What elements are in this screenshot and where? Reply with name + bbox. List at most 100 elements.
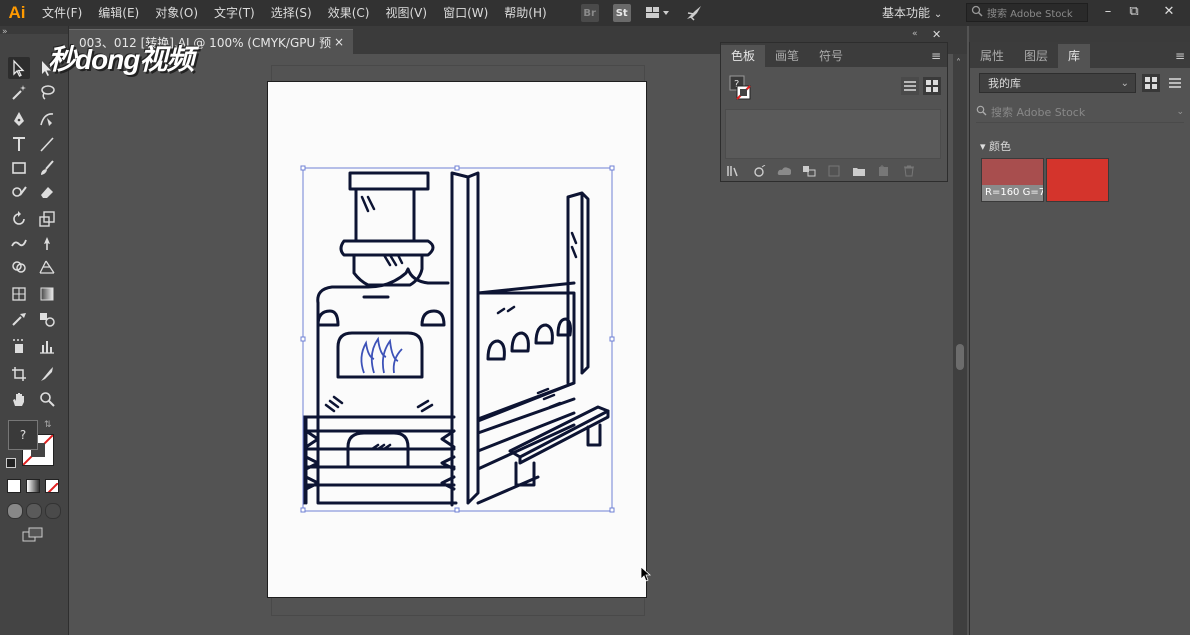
rotate-tool-icon[interactable] xyxy=(8,208,30,230)
slice-tool-icon[interactable] xyxy=(36,363,58,385)
show-swatch-kinds-icon[interactable] xyxy=(802,165,816,177)
menu-file[interactable]: 文件(F) xyxy=(34,0,90,26)
pen-tool-icon[interactable] xyxy=(8,108,30,130)
swatches-list[interactable] xyxy=(725,109,941,159)
menu-edit[interactable]: 编辑(E) xyxy=(90,0,147,26)
stock-search-placeholder: 搜索 Adobe Stock xyxy=(987,9,1073,20)
menu-effect[interactable]: 效果(C) xyxy=(320,0,378,26)
scale-tool-icon[interactable] xyxy=(36,208,58,230)
draw-behind-icon[interactable] xyxy=(26,503,42,519)
colors-section-header[interactable]: ▾ 颜色 xyxy=(980,138,1011,154)
tab-symbols[interactable]: 符号 xyxy=(809,45,853,67)
swatch-options-icon[interactable] xyxy=(827,165,841,177)
draw-normal-icon[interactable] xyxy=(7,503,23,519)
vertical-scrollbar[interactable] xyxy=(953,54,967,635)
workspace-switcher[interactable]: 基本功能 ⌄ xyxy=(882,0,942,26)
library-select[interactable]: 我的库 ⌄ xyxy=(979,73,1136,93)
color-mode-icon[interactable] xyxy=(7,479,21,493)
shape-builder-tool-icon[interactable] xyxy=(8,256,30,278)
chevron-down-icon[interactable]: ⌄ xyxy=(1176,107,1184,117)
list-view-icon[interactable] xyxy=(901,77,919,95)
none-mode-icon[interactable] xyxy=(45,479,59,493)
scrollbar-thumb[interactable] xyxy=(956,344,964,370)
restore-button[interactable]: ⧉ xyxy=(1123,2,1145,22)
curvature-tool-icon[interactable] xyxy=(36,108,58,130)
bridge-icon[interactable]: Br xyxy=(580,4,599,22)
close-tab-icon[interactable]: × xyxy=(331,35,347,49)
swatch-view-toggle xyxy=(901,77,941,95)
gradient-mode-icon[interactable] xyxy=(26,479,40,493)
menu-select[interactable]: 选择(S) xyxy=(263,0,320,26)
library-color-swatch[interactable]: R=160 G=7... xyxy=(981,158,1044,202)
close-panel-icon[interactable]: ✕ xyxy=(932,28,941,41)
gpu-performance-icon[interactable] xyxy=(685,4,703,22)
zoom-tool-icon[interactable] xyxy=(36,388,58,410)
stock-search-input[interactable]: 搜索 Adobe Stock xyxy=(966,3,1088,22)
artboard-tool-icon[interactable] xyxy=(8,363,30,385)
menu-object[interactable]: 对象(O) xyxy=(147,0,206,26)
panel-menu-icon[interactable]: ≡ xyxy=(931,45,941,67)
menu-type[interactable]: 文字(T) xyxy=(206,0,263,26)
collapse-panel-icon[interactable]: « xyxy=(912,29,918,39)
eyedropper-tool-icon[interactable] xyxy=(8,308,30,330)
arrange-documents-icon[interactable] xyxy=(645,4,671,22)
screen-mode-icon[interactable] xyxy=(22,527,44,543)
swatch-libraries-icon[interactable] xyxy=(727,165,741,177)
gradient-tool-icon[interactable] xyxy=(36,283,58,305)
close-window-button[interactable]: ✕ xyxy=(1158,2,1180,22)
menu-window[interactable]: 窗口(W) xyxy=(435,0,496,26)
new-color-group-icon[interactable] xyxy=(852,165,866,177)
tab-swatches[interactable]: 色板 xyxy=(721,45,766,67)
scroll-up-arrow-icon[interactable]: ˄ xyxy=(956,58,961,69)
tab-brushes[interactable]: 画笔 xyxy=(765,45,809,67)
rectangle-tool-icon[interactable] xyxy=(8,157,30,179)
triangle-down-icon: ▾ xyxy=(980,140,986,153)
tab-layers[interactable]: 图层 xyxy=(1014,44,1058,68)
stock-icon[interactable]: St xyxy=(612,4,631,22)
collapse-toolbar-icon[interactable]: » xyxy=(2,27,8,37)
panel-menu-icon[interactable]: ≡ xyxy=(1175,44,1185,68)
fill-swatch[interactable]: ? xyxy=(8,420,38,450)
line-tool-icon[interactable] xyxy=(36,133,58,155)
shaper-tool-icon[interactable] xyxy=(8,181,30,203)
mesh-tool-icon[interactable] xyxy=(8,283,30,305)
chevron-down-icon: ⌄ xyxy=(933,9,943,20)
menu-help[interactable]: 帮助(H) xyxy=(496,0,554,26)
blend-tool-icon[interactable] xyxy=(36,308,58,330)
toolbar-grip[interactable] xyxy=(0,26,68,34)
cloud-sync-icon[interactable] xyxy=(777,165,791,177)
swatches-footer-toolbar xyxy=(727,163,937,179)
warp-tool-icon[interactable] xyxy=(8,232,30,254)
lasso-tool-icon[interactable] xyxy=(36,81,58,103)
column-graph-tool-icon[interactable] xyxy=(36,335,58,357)
perspective-grid-tool-icon[interactable] xyxy=(36,256,58,278)
library-color-swatch[interactable] xyxy=(1046,158,1109,202)
new-swatch-icon[interactable] xyxy=(877,165,891,177)
swap-fill-stroke-icon[interactable]: ⇅ xyxy=(44,420,52,430)
delete-swatch-icon[interactable] xyxy=(902,165,916,177)
paintbrush-tool-icon[interactable] xyxy=(36,157,58,179)
hand-tool-icon[interactable] xyxy=(8,388,30,410)
library-search-input[interactable]: 搜索 Adobe Stock ⌄ xyxy=(976,102,1184,123)
illustrator-logo-icon: Ai xyxy=(8,3,26,22)
tab-properties[interactable]: 属性 xyxy=(970,44,1014,68)
libraries-panel: 属性 图层 库 ≡ 我的库 ⌄ 搜索 Adobe Stock ⌄ ▾ 颜色 R=… xyxy=(969,42,1190,635)
grid-view-icon[interactable] xyxy=(1142,74,1160,92)
type-tool-icon[interactable] xyxy=(8,133,30,155)
magic-wand-tool-icon[interactable] xyxy=(8,81,30,103)
swatch-fill-stroke-icon[interactable]: ? xyxy=(729,75,751,103)
minimize-button[interactable]: – xyxy=(1097,2,1119,22)
list-view-icon[interactable] xyxy=(1166,74,1184,92)
grid-view-icon[interactable] xyxy=(923,77,941,95)
menu-view[interactable]: 视图(V) xyxy=(377,0,435,26)
selection-tool-icon[interactable] xyxy=(8,57,30,79)
stove-illustration[interactable] xyxy=(298,163,616,515)
draw-inside-icon[interactable] xyxy=(45,503,61,519)
tab-libraries[interactable]: 库 xyxy=(1058,44,1091,68)
search-icon xyxy=(976,105,987,119)
eraser-tool-icon[interactable] xyxy=(36,181,58,203)
symbol-sprayer-tool-icon[interactable] xyxy=(8,335,30,357)
default-colors-icon[interactable] xyxy=(6,458,16,468)
puppet-warp-tool-icon[interactable] xyxy=(36,232,58,254)
add-to-library-icon[interactable] xyxy=(752,165,766,177)
